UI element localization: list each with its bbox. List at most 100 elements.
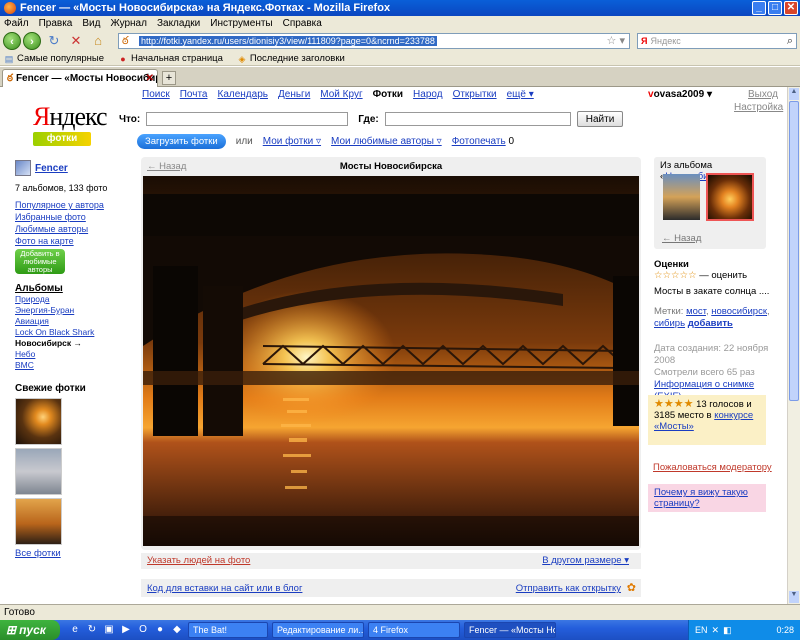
maximize-button[interactable]: □ [768,1,782,15]
bookmark-start-page[interactable]: ● Начальная страница [118,53,223,64]
album-item[interactable]: Природа [15,294,94,305]
nav-search[interactable]: Поиск [142,89,170,100]
nav-mail[interactable]: Почта [180,89,208,100]
new-tab-button[interactable]: + [162,71,176,85]
albums-heading[interactable]: Альбомы [15,283,63,294]
album-item[interactable]: ВМС [15,360,94,371]
all-photos-link[interactable]: Все фотки [15,548,61,559]
search-box[interactable]: Я Яндекс ⌕ [637,33,797,49]
my-photos-menu[interactable]: Мои фотки ▿ [263,136,321,147]
task-edit[interactable]: Редактирование ли... [272,622,364,638]
fresh-photo-thumb[interactable] [15,498,62,545]
yandex-search-icon[interactable]: Я [641,36,647,46]
system-tray: EN ✕ ◧ 0:28 [688,620,800,640]
tool-icon[interactable]: ◆ [170,623,184,637]
logout-link[interactable]: Выход [748,89,778,100]
menu-tools[interactable]: Инструменты [210,18,272,29]
firefox-icon[interactable]: ● [153,623,167,637]
media-icon[interactable]: ▶ [119,623,133,637]
add-tag-link[interactable]: добавить [688,318,733,329]
upload-photos-button[interactable]: Загрузить фотки [137,134,226,149]
search-icon[interactable]: ⌕ [787,35,793,48]
search-what-input[interactable] [146,112,349,126]
scrollbar-thumb[interactable] [789,101,799,401]
url-text[interactable]: http://fotki.yandex.ru/users/dionisiy3/v… [139,36,437,46]
settings-link[interactable]: Настройка [734,102,783,113]
nav-more[interactable]: ещё ▾ [507,89,534,100]
vertical-scrollbar[interactable]: ▲ ▼ [787,87,800,604]
scroll-down-icon[interactable]: ▼ [789,591,799,603]
stop-icon[interactable]: ✕ [67,32,85,50]
tag-link[interactable]: сибирь [654,318,685,329]
album-item[interactable]: Авиация [15,316,94,327]
menu-edit[interactable]: Правка [39,18,73,29]
favorites-link[interactable]: Избранные фото [15,211,104,223]
task-firefox-group[interactable]: 4 Firefox [368,622,460,638]
other-size-menu[interactable]: В другом размере ▾ [542,555,629,566]
tag-link[interactable]: мост [686,306,706,317]
album-item[interactable]: Небо [15,349,94,360]
favorite-authors-menu[interactable]: Мои любимые авторы ▿ [331,136,442,147]
nav-money[interactable]: Деньги [278,89,310,100]
back-button[interactable]: ‹ [3,32,21,50]
album-item[interactable]: Энергия-Буран [15,305,94,316]
language-indicator[interactable]: EN [695,625,708,635]
task-fencer[interactable]: Fencer — «Мосты Но... [464,622,556,638]
fresh-photo-thumb[interactable] [15,398,62,445]
yandex-fotki-logo[interactable]: Яндекс фотки [33,102,108,146]
fresh-photo-thumb[interactable] [15,448,62,495]
find-button[interactable]: Найти [576,111,624,127]
opera-icon[interactable]: O [136,623,150,637]
nav-moikrug[interactable]: Мой Круг [320,89,362,100]
menu-history[interactable]: Журнал [110,18,147,29]
menu-view[interactable]: Вид [82,18,100,29]
bookmark-star-icon[interactable]: ☆ ▾ [607,34,625,47]
album-thumb-prev[interactable] [663,174,700,220]
close-button[interactable]: ✕ [784,1,798,15]
address-bar[interactable]: ఠ http://fotki.yandex.ru/users/dionisiy3… [118,33,630,49]
user-menu[interactable]: vovasa2009 ▾ [648,89,712,100]
nav-calendar[interactable]: Календарь [218,89,268,100]
tab-close-icon[interactable]: ✕ [146,73,154,84]
reload-icon[interactable]: ↻ [45,32,63,50]
send-postcard-link[interactable]: Отправить как открытку [516,583,621,594]
album-item[interactable]: Lock On Black Shark [15,327,94,338]
start-button[interactable]: ⊞ пуск [0,620,60,640]
album-back-link[interactable]: ← Назад [662,233,701,244]
album-thumb-current[interactable] [706,173,754,221]
search-where-input[interactable] [384,112,571,126]
forward-button[interactable]: › [23,32,41,50]
ie-icon[interactable]: e [68,623,82,637]
desktop-icon[interactable]: ▣ [102,623,116,637]
tag-link[interactable]: новосибирск [711,306,767,317]
rating-stars[interactable]: ☆☆☆☆☆ [654,270,697,281]
network-icon[interactable]: ◧ [723,625,732,636]
home-icon[interactable]: ⌂ [89,32,107,50]
main-photo[interactable] [143,176,639,546]
scroll-up-icon[interactable]: ▲ [789,88,799,100]
author-name[interactable]: Fencer [35,163,68,174]
task-thebat[interactable]: The Bat! [188,622,268,638]
tag-people-link[interactable]: Указать людей на фото [147,555,250,566]
nav-fotki[interactable]: Фотки [373,89,403,100]
album-item-current[interactable]: Новосибирск → [15,338,94,349]
embed-code-link[interactable]: Код для вставки на сайт или в блог [147,583,302,594]
menu-file[interactable]: Файл [4,18,29,29]
avatar[interactable] [15,160,31,176]
menu-help[interactable]: Справка [283,18,322,29]
minimize-button[interactable]: _ [752,1,766,15]
report-moderator-link[interactable]: Пожаловаться модератору [653,462,772,473]
photo-map-link[interactable]: Фото на карте [15,235,104,247]
bookmark-most-visited[interactable]: ▤ Самые популярные [4,53,104,64]
nav-narod[interactable]: Народ [413,89,443,100]
loved-authors-link[interactable]: Любимые авторы [15,223,104,235]
refresh-icon[interactable]: ↻ [85,623,99,637]
tab-current[interactable]: ఠ Fencer — «Мосты Новосибирска» н... ✕ [2,69,158,87]
why-see-page-link[interactable]: Почему я вижу такую страницу? [654,487,748,509]
nav-cards[interactable]: Открытки [453,89,497,100]
add-favorite-author-button[interactable]: Добавить в любимые авторы [15,249,65,274]
security-icon[interactable]: ✕ [712,625,720,636]
popular-link[interactable]: Популярное у автора [15,199,104,211]
menu-bookmarks[interactable]: Закладки [157,18,200,29]
bookmark-latest-headlines[interactable]: ◈ Последние заголовки [237,53,344,64]
